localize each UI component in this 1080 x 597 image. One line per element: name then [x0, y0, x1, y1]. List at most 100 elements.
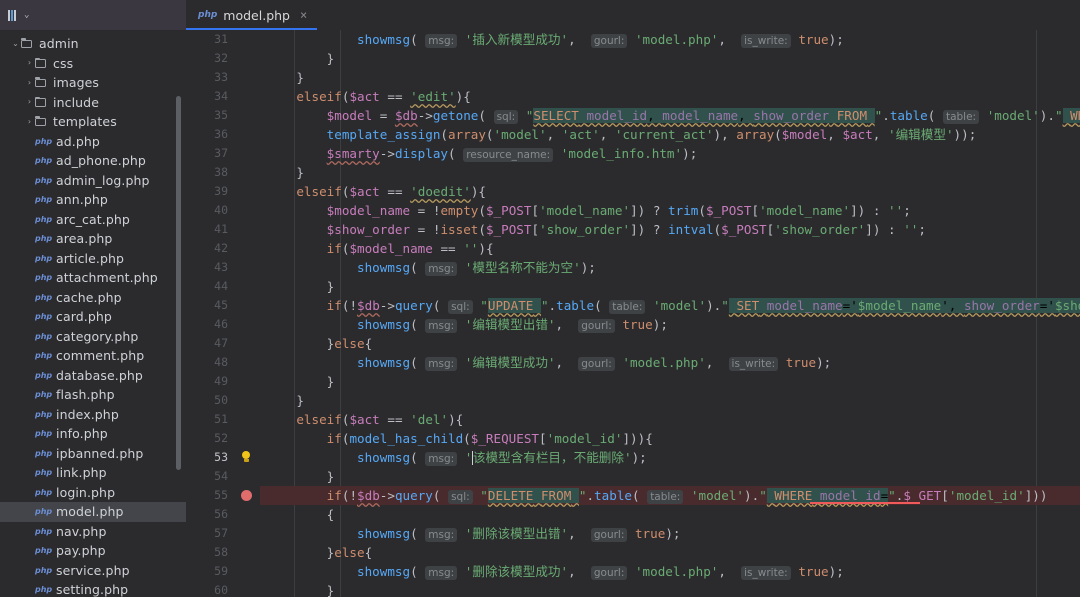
line-number-33[interactable]: 33: [186, 68, 236, 87]
line-number-39[interactable]: 39: [186, 182, 236, 201]
code-line-54[interactable]: }: [260, 467, 1080, 486]
code-line-48[interactable]: showmsg( msg: '编辑模型成功', gourl: 'model.ph…: [260, 353, 1080, 372]
tree-item-model-php[interactable]: php model.php: [0, 502, 186, 522]
gutter-marker-42[interactable]: [236, 239, 260, 258]
code-line-53[interactable]: showmsg( msg: '该模型含有栏目，不能删除');: [260, 448, 1080, 467]
code-line-40[interactable]: $model_name = !empty($_POST['model_name'…: [260, 201, 1080, 220]
line-number-37[interactable]: 37: [186, 144, 236, 163]
tree-item-area-php[interactable]: php area.php: [0, 229, 186, 249]
tree-item-nav-php[interactable]: php nav.php: [0, 522, 186, 542]
tree-item-comment-php[interactable]: php comment.php: [0, 346, 186, 366]
line-number-52[interactable]: 52: [186, 429, 236, 448]
gutter-markers[interactable]: [236, 30, 260, 597]
code-line-44[interactable]: }: [260, 277, 1080, 296]
sidebar-scrollbar[interactable]: [176, 96, 181, 470]
gutter-marker-50[interactable]: [236, 391, 260, 410]
line-number-50[interactable]: 50: [186, 391, 236, 410]
code-line-49[interactable]: }: [260, 372, 1080, 391]
line-number-47[interactable]: 47: [186, 334, 236, 353]
gutter-marker-53[interactable]: [236, 448, 260, 467]
tree-item-service-php[interactable]: php service.php: [0, 561, 186, 581]
gutter-marker-49[interactable]: [236, 372, 260, 391]
chevron-right-icon[interactable]: ›: [24, 98, 35, 106]
code-content[interactable]: showmsg( msg: '插入新模型成功', gourl: 'model.p…: [260, 30, 1080, 597]
gutter-marker-36[interactable]: [236, 125, 260, 144]
line-number-40[interactable]: 40: [186, 201, 236, 220]
tree-item-ad-php[interactable]: php ad.php: [0, 132, 186, 152]
tab-model-php[interactable]: php model.php ×: [186, 0, 318, 30]
gutter-marker-39[interactable]: [236, 182, 260, 201]
close-icon[interactable]: ×: [300, 8, 307, 22]
code-line-41[interactable]: $show_order = !isset($_POST['show_order'…: [260, 220, 1080, 239]
chevron-right-icon[interactable]: ›: [24, 117, 35, 126]
code-line-52[interactable]: if(model_has_child($_REQUEST['model_id']…: [260, 429, 1080, 448]
code-line-45[interactable]: if(!$db->query( sql: "UPDATE ".table( ta…: [260, 296, 1080, 315]
tree-item-images[interactable]: › images: [0, 73, 186, 93]
line-number-32[interactable]: 32: [186, 49, 236, 68]
gutter-marker-44[interactable]: [236, 277, 260, 296]
tree-item-ipbanned-php[interactable]: php ipbanned.php: [0, 444, 186, 464]
tree-item-index-php[interactable]: php index.php: [0, 405, 186, 425]
code-line-56[interactable]: {: [260, 505, 1080, 524]
gutter-marker-35[interactable]: [236, 106, 260, 125]
code-line-59[interactable]: showmsg( msg: '删除该模型成功', gourl: 'model.p…: [260, 562, 1080, 581]
gutter-marker-56[interactable]: [236, 505, 260, 524]
gutter-marker-37[interactable]: [236, 144, 260, 163]
code-line-34[interactable]: elseif($act == 'edit'){: [260, 87, 1080, 106]
code-line-42[interactable]: if($model_name == ''){: [260, 239, 1080, 258]
code-line-43[interactable]: showmsg( msg: '模型名称不能为空');: [260, 258, 1080, 277]
chevron-down-icon[interactable]: ⌄: [10, 39, 21, 48]
code-line-57[interactable]: showmsg( msg: '删除该模型出错', gourl: true);: [260, 524, 1080, 543]
line-number-49[interactable]: 49: [186, 372, 236, 391]
tree-item-article-php[interactable]: php article.php: [0, 249, 186, 269]
gutter-marker-45[interactable]: [236, 296, 260, 315]
tree-item-admin-log-php[interactable]: php admin_log.php: [0, 171, 186, 191]
line-number-38[interactable]: 38: [186, 163, 236, 182]
tree-item-setting-php[interactable]: php setting.php: [0, 580, 186, 597]
code-line-47[interactable]: }else{: [260, 334, 1080, 353]
line-number-54[interactable]: 54: [186, 467, 236, 486]
line-number-59[interactable]: 59: [186, 562, 236, 581]
tree-item-database-php[interactable]: php database.php: [0, 366, 186, 386]
gutter-marker-59[interactable]: [236, 562, 260, 581]
code-line-50[interactable]: }: [260, 391, 1080, 410]
tree-item-ad-phone-php[interactable]: php ad_phone.php: [0, 151, 186, 171]
gutter-marker-55[interactable]: [236, 486, 260, 505]
code-line-60[interactable]: }: [260, 581, 1080, 597]
line-number-35[interactable]: 35: [186, 106, 236, 125]
tree-item-admin[interactable]: ⌄ admin: [0, 34, 186, 54]
code-line-39[interactable]: elseif($act == 'doedit'){: [260, 182, 1080, 201]
line-number-51[interactable]: 51: [186, 410, 236, 429]
line-number-42[interactable]: 42: [186, 239, 236, 258]
gutter-marker-33[interactable]: [236, 68, 260, 87]
tree-item-templates[interactable]: › templates: [0, 112, 186, 132]
line-number-44[interactable]: 44: [186, 277, 236, 296]
line-number-57[interactable]: 57: [186, 524, 236, 543]
tree-item-css[interactable]: › css: [0, 54, 186, 74]
code-line-31[interactable]: showmsg( msg: '插入新模型成功', gourl: 'model.p…: [260, 30, 1080, 49]
line-number-56[interactable]: 56: [186, 505, 236, 524]
gutter-marker-46[interactable]: [236, 315, 260, 334]
tree-item-attachment-php[interactable]: php attachment.php: [0, 268, 186, 288]
gutter-marker-52[interactable]: [236, 429, 260, 448]
line-number-46[interactable]: 46: [186, 315, 236, 334]
code-line-33[interactable]: }: [260, 68, 1080, 87]
tree-item-card-php[interactable]: php card.php: [0, 307, 186, 327]
line-number-43[interactable]: 43: [186, 258, 236, 277]
line-number-58[interactable]: 58: [186, 543, 236, 562]
line-number-60[interactable]: 60: [186, 581, 236, 597]
gutter-marker-41[interactable]: [236, 220, 260, 239]
chevron-right-icon[interactable]: ›: [24, 59, 35, 67]
tree-item-include[interactable]: › include: [0, 93, 186, 113]
gutter-marker-32[interactable]: [236, 49, 260, 68]
breakpoint-icon[interactable]: [241, 490, 252, 501]
gutter-marker-58[interactable]: [236, 543, 260, 562]
code-line-37[interactable]: $smarty->display( resource_name: 'model_…: [260, 144, 1080, 163]
code-line-35[interactable]: $model = $db->getone( sql: "SELECT model…: [260, 106, 1080, 125]
gutter-marker-54[interactable]: [236, 467, 260, 486]
line-number-gutter[interactable]: 31 32 33 34 35 36 37 38 39 40 41 42 43 44 45 46 47 48 49 50…: [186, 30, 236, 597]
line-number-55[interactable]: 55: [186, 486, 236, 505]
gutter-marker-60[interactable]: [236, 581, 260, 597]
gutter-marker-47[interactable]: [236, 334, 260, 353]
gutter-marker-40[interactable]: [236, 201, 260, 220]
